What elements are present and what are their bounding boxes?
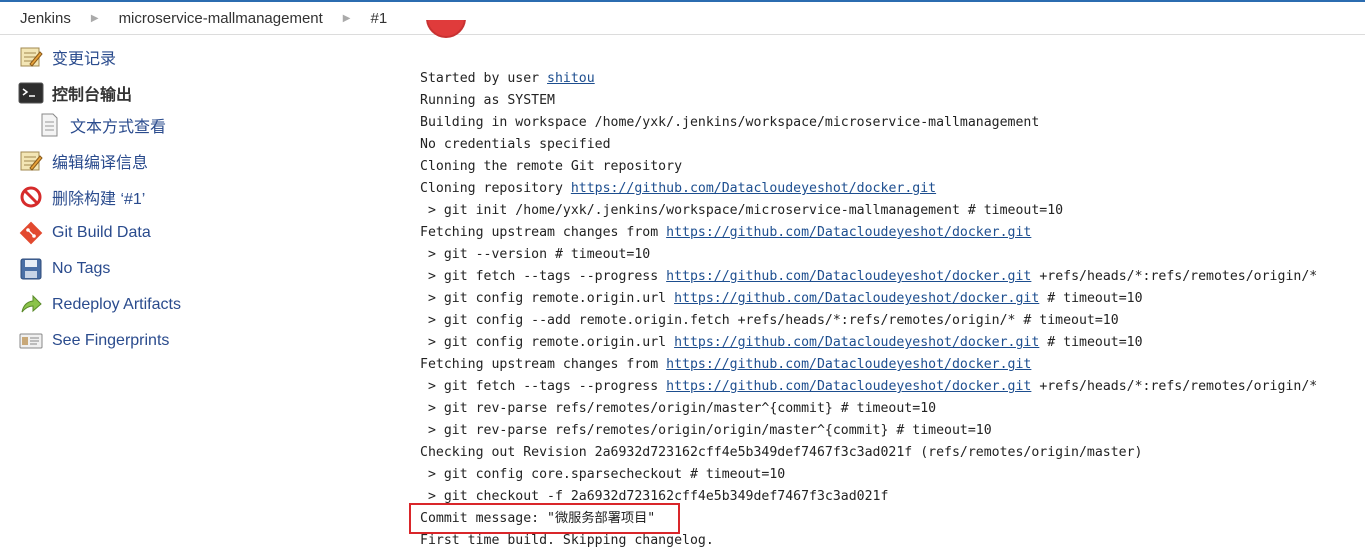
sidebar-item-label: No Tags [52,260,111,277]
console-line: No credentials specified [420,134,1360,156]
console-line: Checking out Revision 2a6932d723162cff4e… [420,442,1360,464]
console-line: Cloning repository https://github.com/Da… [420,178,1360,200]
console-link[interactable]: https://github.com/Datacloudeyeshot/dock… [666,269,1031,284]
console-text: > git config remote.origin.url [420,291,675,306]
sidebar-item-label: 删除构建 ‘#1’ [52,191,146,208]
no-entry-icon [18,184,44,210]
console-text: > git fetch --tags --progress [420,379,667,394]
console-line: Fetching upstream changes from https://g… [420,222,1360,244]
sidebar-item-label: 编辑编译信息 [52,155,149,172]
console-text: > git config --add remote.origin.fetch +… [420,313,1119,328]
breadcrumb-separator-icon: ▶ [90,12,99,24]
fingerprint-card-icon [18,328,44,354]
breadcrumb-jenkins[interactable]: Jenkins [0,10,81,27]
console-link[interactable]: https://github.com/Datacloudeyeshot/dock… [666,357,1031,372]
console-text: > git checkout -f 2a6932d723162cff4e5b34… [420,489,889,504]
sidebar-item-delete-build[interactable]: 删除构建 ‘#1’ [18,184,145,210]
document-icon [36,112,62,138]
console-text: +refs/heads/*:refs/remotes/origin/* [1031,269,1318,284]
console-line: > git rev-parse refs/remotes/origin/mast… [420,398,1360,420]
console-text: Fetching upstream changes from [420,225,667,240]
console-line: Started by user shitou [420,68,1360,90]
console-line: Cloning the remote Git repository [420,156,1360,178]
sidebar-item-label: 文本方式查看 [70,119,167,136]
console-line: > git --version # timeout=10 [420,244,1360,266]
console-link[interactable]: https://github.com/Datacloudeyeshot/dock… [674,291,1039,306]
console-text: Fetching upstream changes from [420,357,667,372]
sidebar-item-label: 控制台输出 [52,87,133,104]
console-text: > git fetch --tags --progress [420,269,667,284]
sidebar-item-label: See Fingerprints [52,332,170,349]
console-text: # timeout=10 [1039,291,1143,306]
sidebar-item-no-tags[interactable]: No Tags [18,256,110,282]
console-line: Fetching upstream changes from https://g… [420,354,1360,376]
console-link[interactable]: https://github.com/Datacloudeyeshot/dock… [571,181,936,196]
sidebar-item-git-build-data[interactable]: Git Build Data [18,220,151,246]
console-output: Started by user shitou Running as SYSTEM B… [420,68,1360,552]
sidebar-item-changes[interactable]: 变更记录 [18,44,116,70]
sidebar-item-label: Git Build Data [52,224,151,241]
sidebar-item-label: 变更记录 [52,51,117,68]
sidebar-item-see-fingerprints[interactable]: See Fingerprints [18,328,169,354]
console-text: > git config core.sparsecheckout # timeo… [420,467,786,482]
sidebar-item-console-output[interactable]: 控制台输出 [18,80,132,106]
console-text: Started by user [420,71,548,86]
git-icon [18,220,44,246]
sidebar-item-label: Redeploy Artifacts [52,296,181,313]
console-text: No credentials specified [420,137,611,152]
breadcrumb-job[interactable]: microservice-mallmanagement [109,10,333,27]
floppy-disk-icon [18,256,44,282]
console-text: First time build. Skipping changelog. [420,533,714,548]
sidebar-item-view-as-text[interactable]: 文本方式查看 [36,112,166,138]
console-link[interactable]: shitou [547,71,595,86]
console-text: # timeout=10 [1039,335,1143,350]
notepad-icon [18,148,44,174]
console-line: Building in workspace /home/yxk/.jenkins… [420,112,1360,134]
breadcrumb: Jenkins ▶ microservice-mallmanagement ▶ … [0,2,1365,35]
console-line: > git config remote.origin.url https://g… [420,288,1360,310]
build-status-ball-icon [426,20,466,40]
redeploy-arrow-icon [18,292,44,318]
console-link[interactable]: https://github.com/Datacloudeyeshot/dock… [674,335,1039,350]
console-line: > git config remote.origin.url https://g… [420,332,1360,354]
sidebar-item-redeploy-artifacts[interactable]: Redeploy Artifacts [18,292,181,318]
console-text: Cloning repository [420,181,571,196]
console-line: > git config --add remote.origin.fetch +… [420,310,1360,332]
notepad-icon [18,44,44,70]
console-link[interactable]: https://github.com/Datacloudeyeshot/dock… [666,225,1031,240]
console-line: Running as SYSTEM [420,90,1360,112]
console-text: Building in workspace /home/yxk/.jenkins… [420,115,1040,130]
console-text: > git init /home/yxk/.jenkins/workspace/… [420,203,1064,218]
console-text: > git rev-parse refs/remotes/origin/orig… [420,423,992,438]
console-line: > git fetch --tags --progress https://gi… [420,376,1360,398]
console-line: > git rev-parse refs/remotes/origin/orig… [420,420,1360,442]
console-link[interactable]: https://github.com/Datacloudeyeshot/dock… [666,379,1031,394]
sidebar-item-edit-build-info[interactable]: 编辑编译信息 [18,148,148,174]
console-text: > git config remote.origin.url [420,335,675,350]
breadcrumb-build[interactable]: #1 [361,10,398,27]
console-text: +refs/heads/*:refs/remotes/origin/* [1031,379,1318,394]
commit-message-highlight-box [409,503,680,534]
console-text: Checking out Revision 2a6932d723162cff4e… [420,445,1143,460]
console-line: > git init /home/yxk/.jenkins/workspace/… [420,200,1360,222]
console-text: Cloning the remote Git repository [420,159,683,174]
console-text: > git rev-parse refs/remotes/origin/mast… [420,401,937,416]
breadcrumb-separator-icon: ▶ [342,12,351,24]
console-line: > git config core.sparsecheckout # timeo… [420,464,1360,486]
console-text: > git --version # timeout=10 [420,247,651,262]
terminal-icon [18,80,44,106]
console-text: Running as SYSTEM [420,93,555,108]
console-line: > git fetch --tags --progress https://gi… [420,266,1360,288]
